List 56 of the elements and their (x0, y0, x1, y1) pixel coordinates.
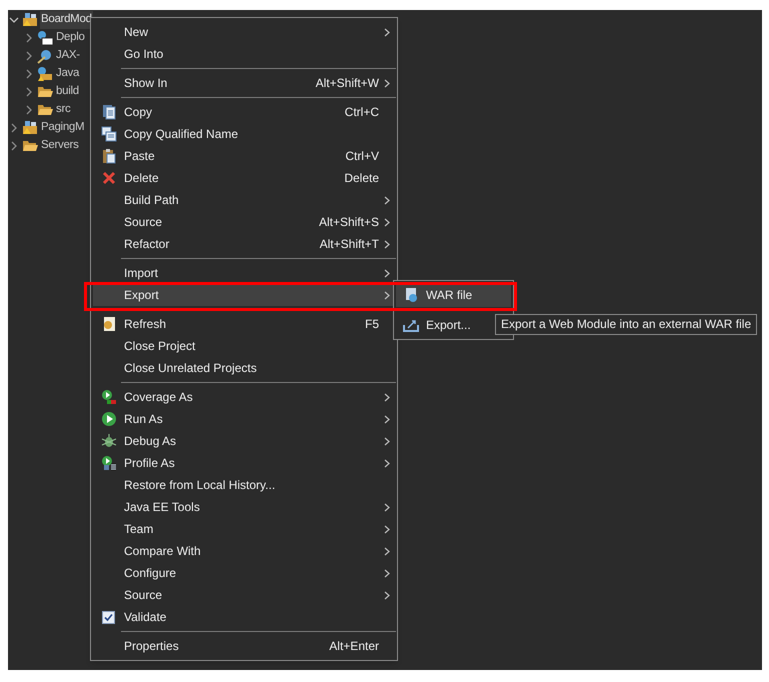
menu-item[interactable]: Compare With (93, 540, 395, 562)
menu-item[interactable]: Show In Alt+Shift+W (93, 72, 395, 94)
collapse-icon[interactable] (9, 15, 19, 25)
project-icon (22, 120, 38, 136)
menu-item[interactable]: Restore from Local History... (93, 474, 395, 496)
menu-item[interactable]: Export (93, 284, 395, 306)
menu-item[interactable]: Configure (93, 562, 395, 584)
bug-icon (100, 433, 116, 449)
document-icon (100, 104, 116, 120)
jar-icon (403, 287, 419, 303)
tooltip: Export a Web Module into an external WAR file (495, 314, 758, 335)
delete-icon (100, 170, 116, 186)
folder-icon (22, 138, 38, 154)
run-icon (100, 411, 116, 427)
menu-item[interactable]: Validate (93, 606, 395, 628)
menu-item[interactable]: Debug As (93, 430, 395, 452)
tree-item[interactable]: PagingM (40, 119, 86, 137)
menu-item[interactable]: Import (93, 262, 395, 284)
menu-item[interactable]: Refresh F5 (93, 313, 395, 335)
folder-icon (37, 102, 53, 118)
menu-item[interactable]: Build Path (93, 189, 395, 211)
checkbox-icon (102, 610, 115, 624)
menu-item[interactable]: Profile As (93, 452, 395, 474)
menu-item[interactable]: Java EE Tools (93, 496, 395, 518)
menu-item[interactable]: Source Alt+Shift+S (93, 211, 395, 233)
tree-item[interactable]: build (55, 83, 80, 101)
menu-item[interactable]: Copy Ctrl+C (93, 101, 395, 123)
tree-item[interactable]: JAX- (55, 47, 81, 65)
tree-item[interactable]: src (55, 101, 72, 119)
menu-item[interactable]: Copy Qualified Name (93, 123, 395, 145)
coverage-icon (100, 389, 116, 405)
menu-item[interactable]: Source (93, 584, 395, 606)
descriptor-icon (37, 30, 53, 46)
menu-item[interactable]: Coverage As (93, 386, 395, 408)
menu-item[interactable]: Refactor Alt+Shift+T (93, 233, 395, 255)
clipboard-icon (100, 148, 116, 164)
globe-icon (37, 48, 53, 64)
profile-icon (100, 455, 116, 471)
documents-icon (100, 126, 116, 142)
project-icon (22, 12, 38, 28)
tree-item[interactable]: Deplo (55, 29, 86, 47)
menu-item[interactable]: Paste Ctrl+V (93, 145, 395, 167)
menu-item[interactable]: Team (93, 518, 395, 540)
menu-item[interactable]: Delete Delete (93, 167, 395, 189)
menu-item[interactable]: Close Unrelated Projects (93, 357, 395, 379)
folder-icon (37, 84, 53, 100)
menu-item[interactable]: Close Project (93, 335, 395, 357)
menu-item[interactable]: Properties Alt+Enter (93, 635, 395, 657)
tree-item[interactable]: Java (55, 65, 80, 83)
tree-item[interactable]: Servers (40, 137, 80, 155)
menu-item[interactable]: Go Into (93, 43, 395, 65)
tree-item[interactable]: BoardMod (40, 11, 93, 29)
library-icon (37, 66, 53, 82)
menu-item[interactable]: Run As (93, 408, 395, 430)
menu-item[interactable]: WAR file (396, 283, 511, 307)
menu-item[interactable]: New (93, 21, 395, 43)
